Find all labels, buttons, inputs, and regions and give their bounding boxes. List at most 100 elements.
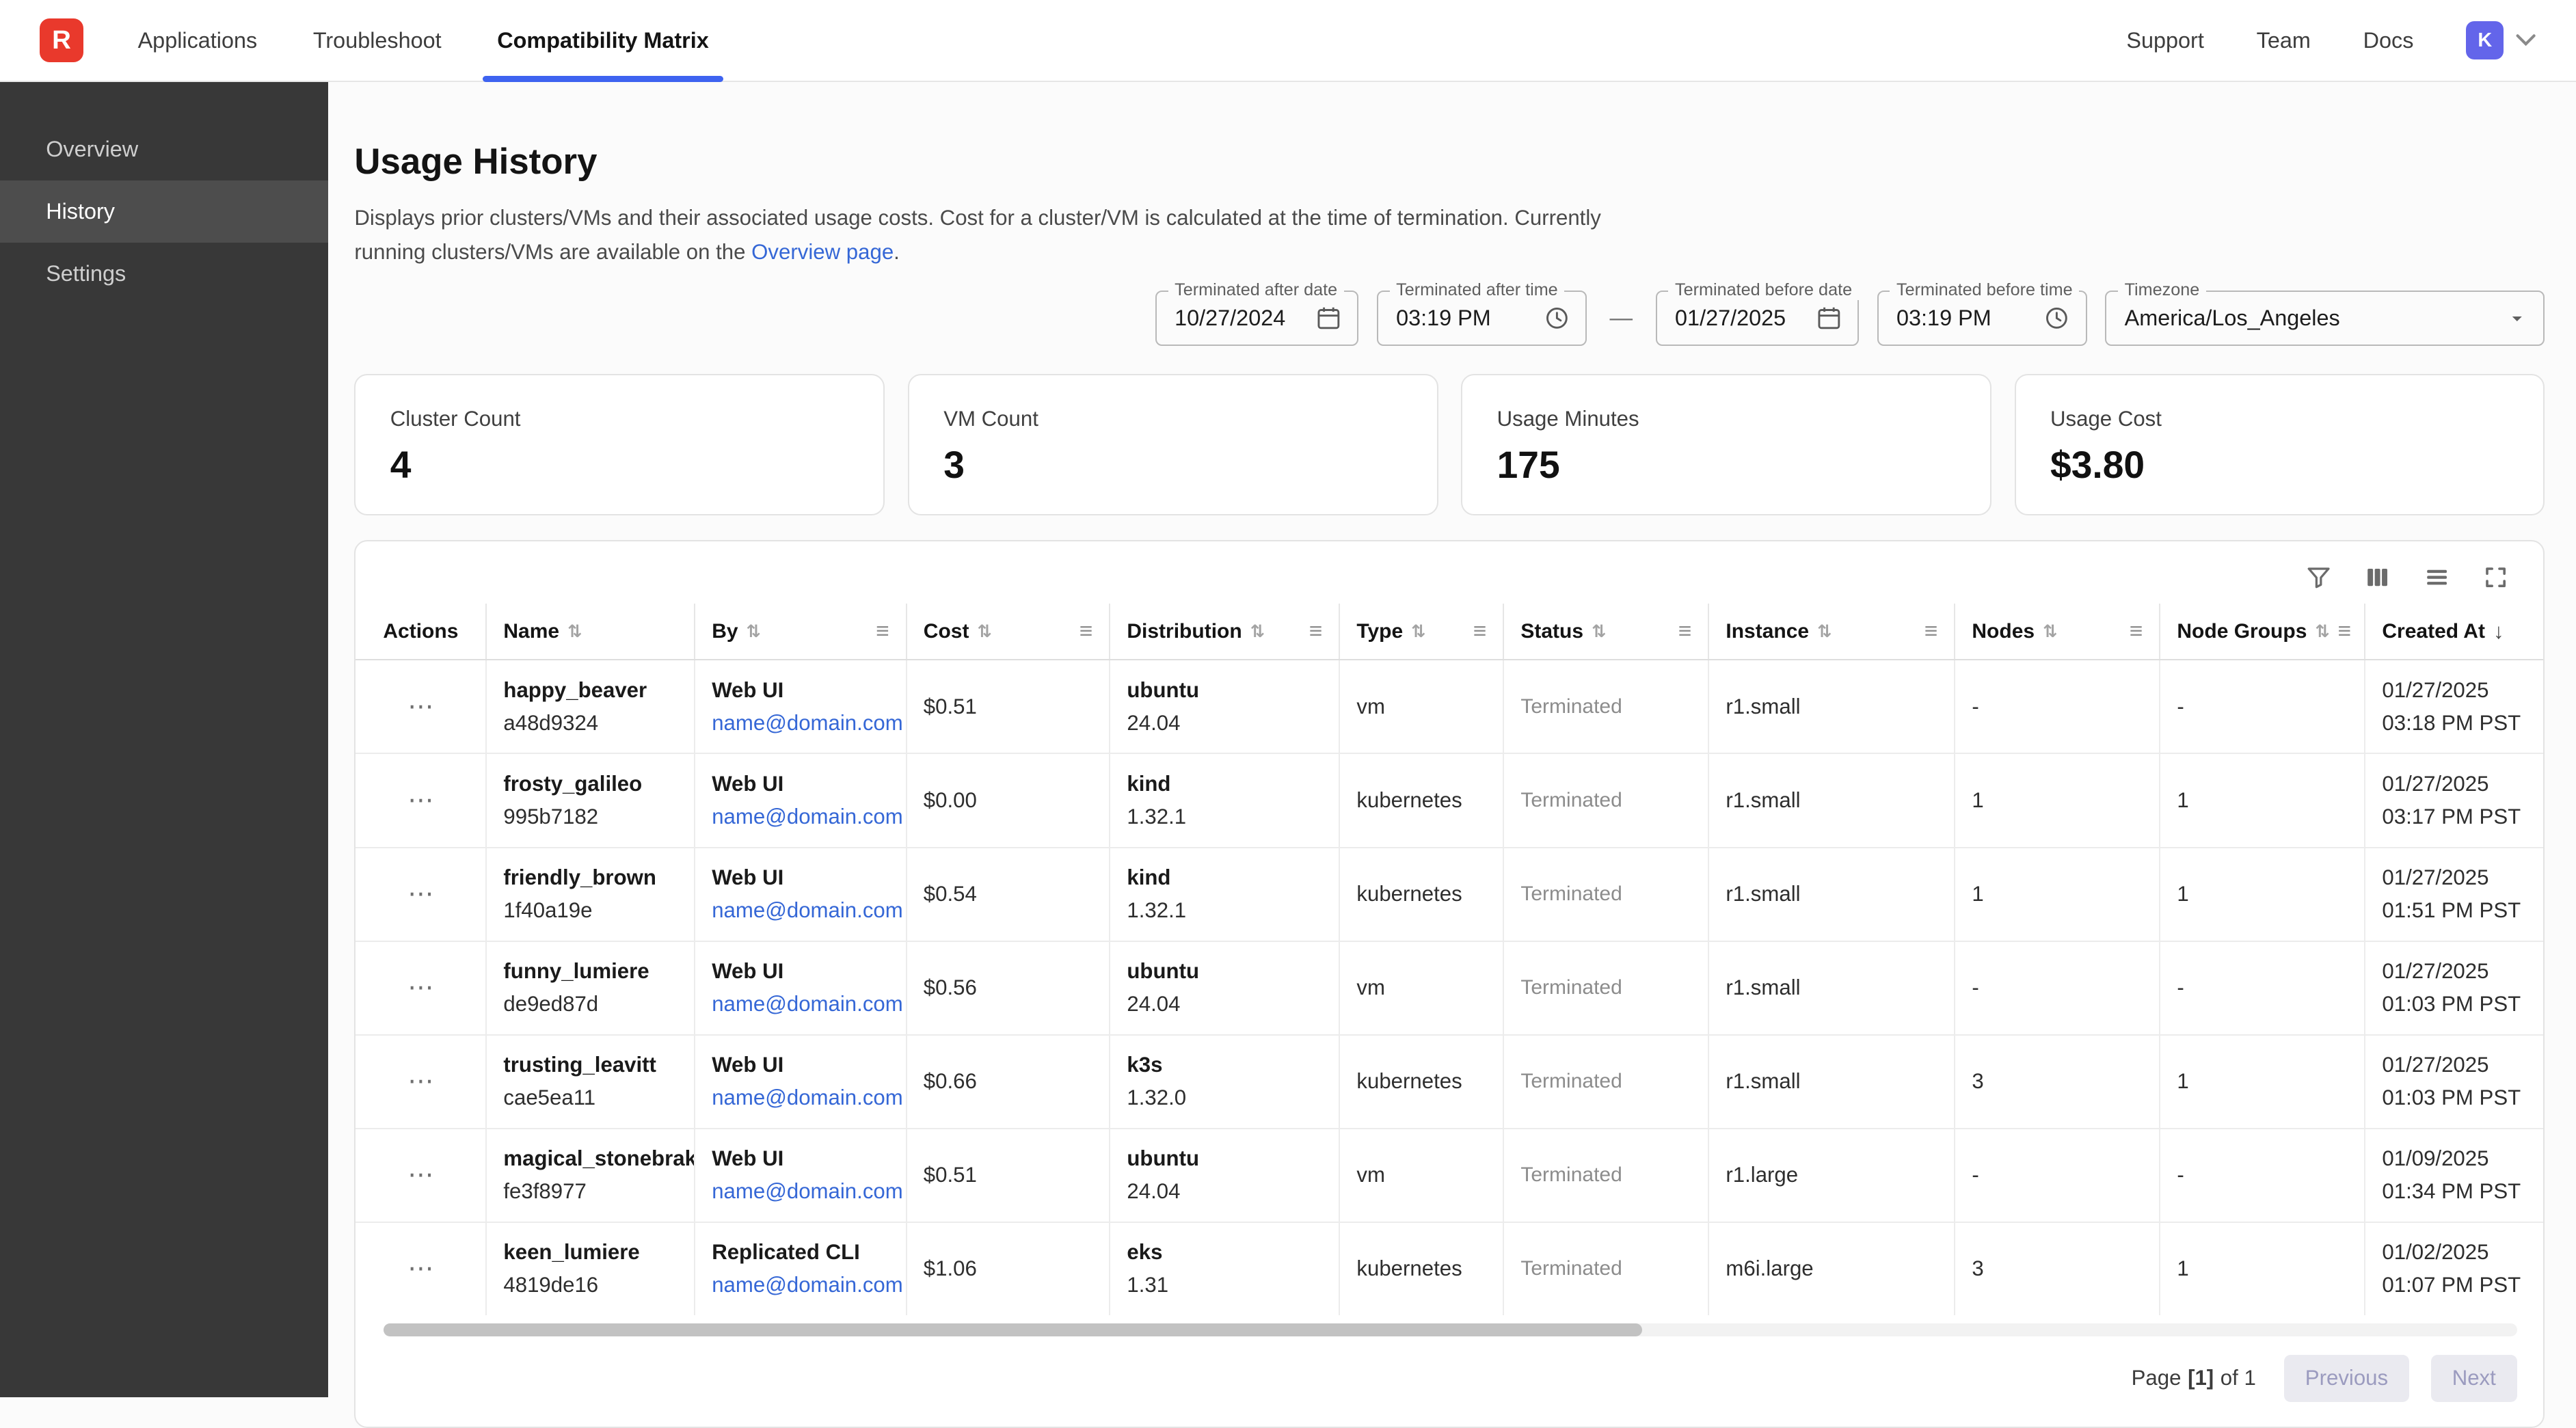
account-menu-button[interactable]: K (2466, 21, 2536, 59)
column-header-instance[interactable]: Instance ⇅ ≡ (1709, 604, 1955, 660)
page-title: Usage History (354, 141, 2545, 183)
row-actions-button[interactable]: ⋯ (407, 975, 433, 1001)
sort-icon[interactable]: ⇅ (2043, 621, 2057, 642)
row-actions-button[interactable]: ⋯ (407, 694, 433, 720)
cell-actions: ⋯ (355, 942, 487, 1034)
cell-cost: $1.06 (907, 1223, 1111, 1315)
column-menu-icon[interactable]: ≡ (876, 620, 889, 643)
nodes-value: - (1972, 1159, 2143, 1191)
sidebar-item-history[interactable]: History (0, 180, 328, 243)
terminated-before-time-field[interactable]: Terminated before time 03:19 PM (1877, 291, 2087, 347)
created-by-email-link[interactable]: name@domain.com (712, 800, 889, 833)
column-menu-icon[interactable]: ≡ (1309, 620, 1323, 643)
column-menu-icon[interactable]: ≡ (1678, 620, 1692, 643)
calendar-icon[interactable] (1315, 304, 1343, 332)
clock-icon[interactable] (2043, 304, 2071, 332)
created-by-email-link[interactable]: name@domain.com (712, 1081, 889, 1114)
created-by-email-link[interactable]: name@domain.com (712, 1175, 889, 1208)
cell-nodes: - (1955, 660, 2160, 753)
nav-link-team[interactable]: Team (2257, 28, 2311, 53)
column-label: Instance (1726, 620, 1809, 643)
scrollbar-thumb[interactable] (384, 1323, 1642, 1336)
row-actions-button[interactable]: ⋯ (407, 1162, 433, 1188)
cell-by: Web UI name@domain.com (695, 1129, 907, 1222)
row-actions-button[interactable]: ⋯ (407, 881, 433, 907)
sort-icon[interactable]: ⇅ (747, 621, 761, 642)
cell-by: Web UI name@domain.com (695, 942, 907, 1034)
column-header-type[interactable]: Type ⇅ ≡ (1340, 604, 1504, 660)
created-time: 01:07 PM PST (2382, 1269, 2531, 1302)
row-actions-button[interactable]: ⋯ (407, 1256, 433, 1282)
horizontal-scrollbar[interactable] (384, 1323, 2517, 1336)
terminated-after-date-field[interactable]: Terminated after date 10/27/2024 (1155, 291, 1359, 347)
filter-bar: Terminated after date 10/27/2024 Termina… (354, 291, 2545, 347)
terminated-before-date-field[interactable]: Terminated before date 01/27/2025 (1656, 291, 1860, 347)
nav-link-support[interactable]: Support (2126, 28, 2203, 53)
sort-icon[interactable]: ⇅ (1250, 621, 1265, 642)
sort-icon[interactable]: ⇅ (2315, 621, 2329, 642)
column-header-cost[interactable]: Cost ⇅ ≡ (907, 604, 1111, 660)
stat-label: Usage Cost (2050, 407, 2509, 431)
cell-status: Terminated (1504, 754, 1709, 846)
row-actions-button[interactable]: ⋯ (407, 787, 433, 813)
column-header-created-at[interactable]: Created At ↓ (2365, 604, 2545, 660)
created-by-email-link[interactable]: name@domain.com (712, 988, 889, 1021)
column-menu-icon[interactable]: ≡ (1079, 620, 1093, 643)
column-header-by[interactable]: By ⇅ ≡ (695, 604, 907, 660)
filter-button[interactable] (2304, 563, 2333, 592)
cell-name: funny_lumiere de9ed87d (487, 942, 695, 1034)
previous-page-button[interactable]: Previous (2284, 1355, 2410, 1403)
column-menu-icon[interactable]: ≡ (1924, 620, 1938, 643)
column-header-status[interactable]: Status ⇅ ≡ (1504, 604, 1709, 660)
column-menu-icon[interactable]: ≡ (2130, 620, 2143, 643)
status-badge: Terminated (1520, 1257, 1691, 1280)
cell-status: Terminated (1504, 848, 1709, 941)
navbar-right: Support Team Docs K (2126, 21, 2536, 59)
row-actions-button[interactable]: ⋯ (407, 1068, 433, 1094)
sidebar-item-settings[interactable]: Settings (0, 243, 328, 305)
column-menu-icon[interactable]: ≡ (1473, 620, 1487, 643)
cluster-id: a48d9324 (503, 707, 677, 740)
cell-type: kubernetes (1340, 1036, 1504, 1128)
column-header-nodes[interactable]: Nodes ⇅ ≡ (1955, 604, 2160, 660)
created-time: 03:18 PM PST (2382, 707, 2531, 740)
instance-value: r1.small (1726, 971, 1937, 1004)
nav-link-docs[interactable]: Docs (2363, 28, 2414, 53)
calendar-icon[interactable] (1815, 304, 1843, 332)
column-header-node-groups[interactable]: Node Groups ⇅ ≡ (2160, 604, 2365, 660)
created-by-email-link[interactable]: name@domain.com (712, 707, 889, 740)
cell-status: Terminated (1504, 1223, 1709, 1315)
sort-icon[interactable]: ⇅ (1592, 621, 1606, 642)
timezone-select[interactable]: Timezone America/Los_Angeles (2105, 291, 2545, 347)
cost-value: $0.00 (924, 784, 1093, 817)
created-by-email-link[interactable]: name@domain.com (712, 1269, 889, 1302)
sort-icon[interactable]: ⇅ (567, 621, 582, 642)
column-menu-icon[interactable]: ≡ (2338, 620, 2352, 643)
nav-item-troubleshoot[interactable]: Troubleshoot (298, 0, 456, 81)
column-header-distribution[interactable]: Distribution ⇅ ≡ (1110, 604, 1340, 660)
sort-desc-icon[interactable]: ↓ (2493, 619, 2504, 644)
sort-icon[interactable]: ⇅ (1411, 621, 1425, 642)
cell-node-groups: - (2160, 942, 2365, 1034)
avatar[interactable]: K (2466, 21, 2504, 59)
sidebar-item-overview[interactable]: Overview (0, 118, 328, 180)
terminated-after-time-field[interactable]: Terminated after time 03:19 PM (1377, 291, 1587, 347)
columns-button[interactable] (2363, 563, 2392, 592)
density-button[interactable] (2422, 563, 2452, 592)
created-by-email-link[interactable]: name@domain.com (712, 894, 889, 927)
nav-item-applications[interactable]: Applications (123, 0, 272, 81)
column-header-actions[interactable]: Actions (355, 604, 487, 660)
cell-nodes: - (1955, 942, 2160, 1034)
clock-icon[interactable] (1543, 304, 1571, 332)
field-label: Terminated after time (1390, 280, 1565, 300)
nav-item-compatibility-matrix[interactable]: Compatibility Matrix (483, 0, 724, 81)
sort-icon[interactable]: ⇅ (977, 621, 991, 642)
created-time: 01:03 PM PST (2382, 1081, 2531, 1114)
column-header-name[interactable]: Name ⇅ (487, 604, 695, 660)
sort-icon[interactable]: ⇅ (1817, 621, 1832, 642)
table-row: ⋯ keen_lumiere 4819de16 Replicated CLI n… (355, 1223, 2543, 1315)
replicated-logo[interactable]: R (40, 18, 84, 63)
next-page-button[interactable]: Next (2431, 1355, 2518, 1403)
fullscreen-button[interactable] (2481, 563, 2510, 592)
overview-page-link[interactable]: Overview page (751, 240, 894, 264)
